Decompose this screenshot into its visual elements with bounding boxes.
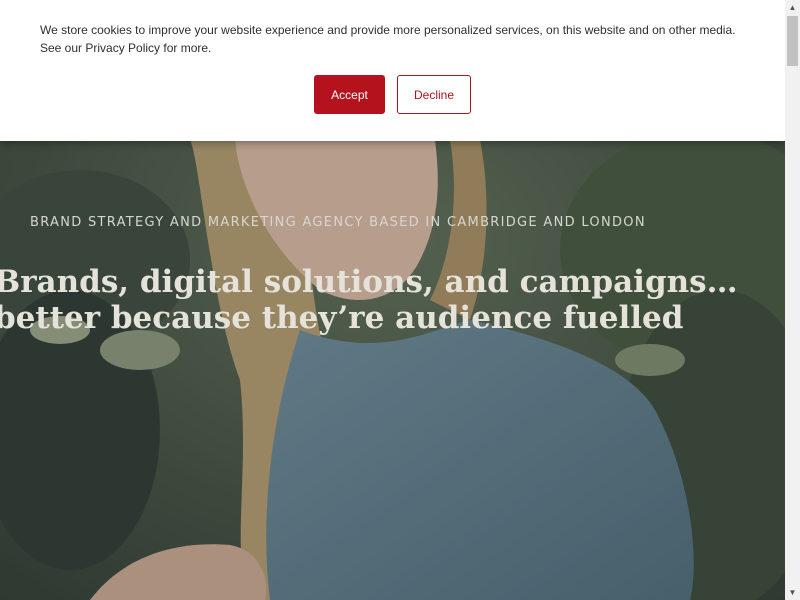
accept-button[interactable]: Accept xyxy=(314,75,385,114)
chevron-down-icon[interactable]: ▼ xyxy=(785,585,800,600)
vertical-scrollbar[interactable]: ▲ ▼ xyxy=(785,0,800,600)
hero-eyebrow: BRAND STRATEGY AND MARKETING AGENCY BASE… xyxy=(30,215,646,230)
scrollbar-thumb[interactable] xyxy=(787,16,798,66)
hero-headline: Brands, digital solutions, and campaigns… xyxy=(0,264,738,336)
chevron-up-icon[interactable]: ▲ xyxy=(785,0,800,15)
decline-button[interactable]: Decline xyxy=(397,75,471,114)
cookie-banner: We store cookies to improve your website… xyxy=(0,0,785,141)
hero-headline-line-1: Brands, digital solutions, and campaigns… xyxy=(0,264,738,300)
hero-headline-line-2: better because they’re audience fuelled xyxy=(0,300,684,336)
cookie-message: We store cookies to improve your website… xyxy=(40,23,736,55)
